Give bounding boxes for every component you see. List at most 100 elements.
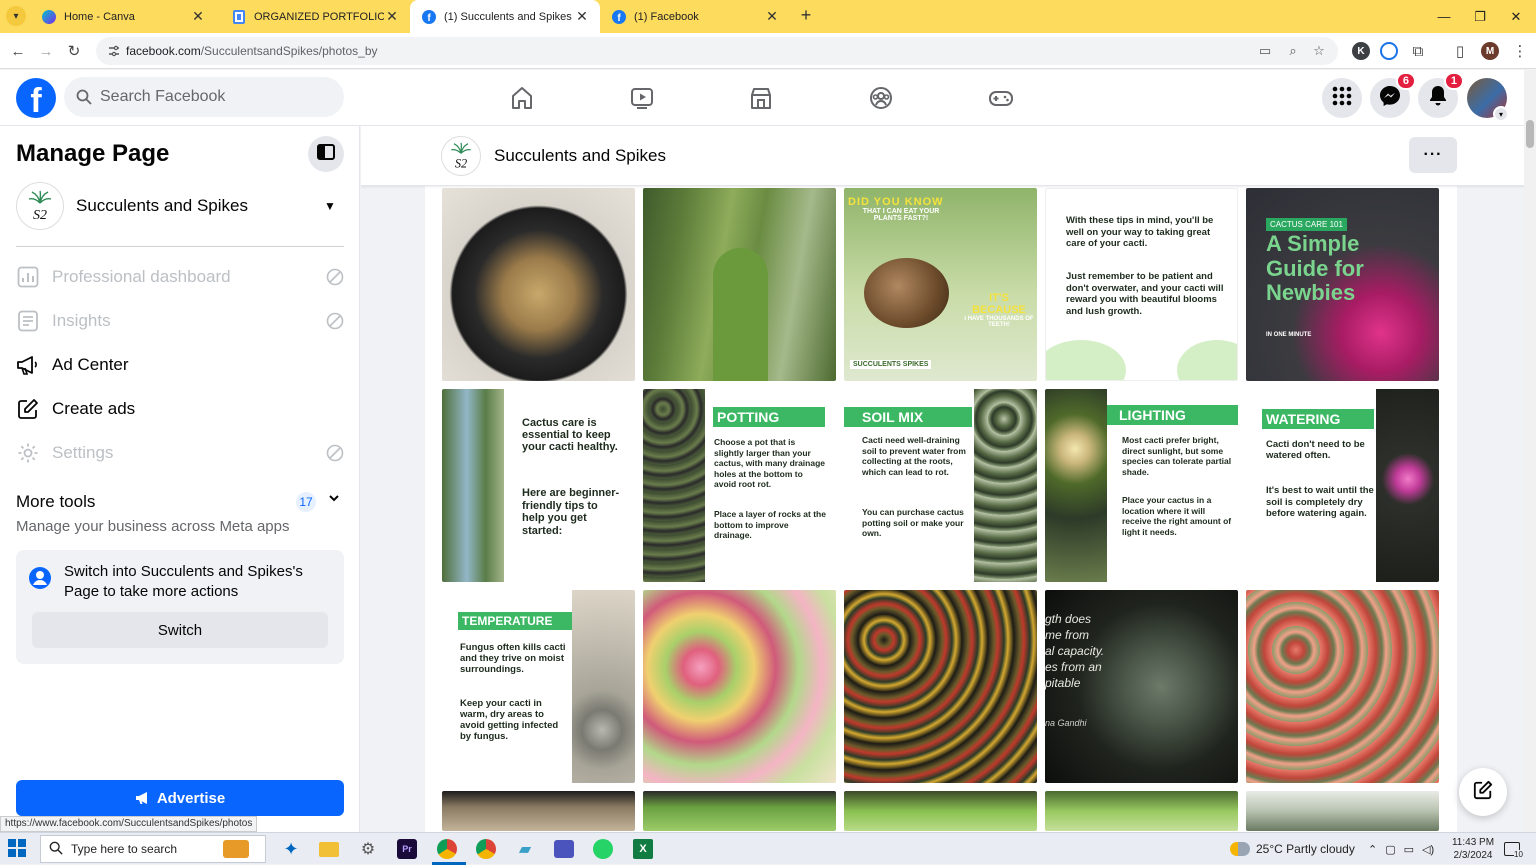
photo-green-cactus[interactable] (643, 188, 836, 381)
chevron-down-icon[interactable] (328, 492, 340, 507)
photo-soil-mix[interactable]: SOIL MIX Cacti need well-draining soil t… (844, 389, 1037, 582)
photo-watering[interactable]: WATERING Cacti don't need to be watered … (1246, 389, 1439, 582)
collapse-sidebar-button[interactable] (308, 136, 344, 172)
extensions-puzzle-icon[interactable]: ⧉ (1406, 39, 1430, 63)
sidebar-item-insights[interactable]: Insights (16, 299, 344, 343)
page-scrollbar[interactable] (1524, 70, 1536, 832)
weather-widget[interactable]: 25°C Partly cloudy (1230, 833, 1355, 865)
scrollbar-thumb[interactable] (1526, 120, 1534, 148)
site-info-icon[interactable] (106, 43, 122, 59)
premiere-app-icon[interactable]: Pr (394, 837, 420, 861)
search-input[interactable] (100, 88, 320, 106)
gaming-icon[interactable] (985, 82, 1017, 114)
photo-row4-1[interactable] (442, 791, 635, 831)
watch-icon[interactable] (626, 82, 658, 114)
window-close-icon[interactable]: ✕ (1498, 0, 1534, 33)
cast-icon[interactable]: ▭ (1256, 42, 1274, 60)
bookmark-star-icon[interactable]: ☆ (1310, 42, 1328, 60)
messenger-button[interactable]: 6 (1370, 72, 1416, 118)
photo-row4-5[interactable] (1246, 791, 1439, 831)
photo-did-you-know[interactable]: DID YOU KNOW THAT I CAN EAT YOUR PLANTS … (844, 188, 1037, 381)
new-message-button[interactable] (1459, 768, 1507, 816)
side-panel-icon[interactable]: ▯ (1448, 39, 1472, 63)
more-tools-section[interactable]: More tools Manage your business across M… (16, 492, 344, 535)
photo-colorful-succulents[interactable] (643, 590, 836, 783)
page-switcher[interactable]: S2 Succulents and Spikes ▼ (16, 182, 344, 230)
advertise-button[interactable]: Advertise (16, 780, 344, 816)
profile-icon[interactable]: M (1481, 42, 1499, 60)
overlay-text: THAT I CAN EAT YOUR PLANTS FAST?! (862, 208, 940, 222)
volume-icon[interactable]: ◁) (1422, 843, 1434, 856)
zoom-icon[interactable]: ⌕ (1284, 42, 1302, 60)
address-bar[interactable]: facebook.com/SucculentsandSpikes/photos_… (96, 37, 1338, 65)
sidebar-item-ad-center[interactable]: Ad Center (16, 343, 344, 387)
photo-haworthia-quote[interactable]: gth does me from al capacity. es from an… (1045, 590, 1238, 783)
facebook-logo-icon[interactable]: f (16, 78, 56, 118)
photo-red-cacti[interactable] (1246, 590, 1439, 783)
chrome-profile-app-icon[interactable] (434, 837, 460, 861)
clock[interactable]: 11:43 PM 2/3/2024 (1448, 833, 1498, 865)
chrome-app-icon[interactable] (473, 837, 499, 861)
page-header-name[interactable]: Succulents and Spikes (494, 146, 666, 166)
sidebar-item-settings[interactable]: Settings (16, 431, 344, 475)
excel-app-icon[interactable]: X (630, 837, 656, 861)
photo-simple-guide[interactable]: CACTUS CARE 101 A Simple Guide for Newbi… (1246, 188, 1439, 381)
network-icon[interactable]: ▭ (1404, 843, 1414, 856)
photo-row4-3[interactable] (844, 791, 1037, 831)
notepad-app-icon[interactable]: ▰ (512, 837, 538, 861)
more-options-button[interactable]: ··· (1409, 137, 1457, 173)
file-explorer-icon[interactable] (316, 837, 342, 861)
photo-cactus-care-essential[interactable]: Cactus care is essential to keep your ca… (442, 389, 635, 582)
windows-start-icon[interactable] (8, 839, 28, 859)
restore-icon[interactable]: ❐ (1462, 0, 1498, 33)
camera-tray-icon[interactable]: ▢ (1385, 843, 1395, 856)
tab-succulents[interactable]: f (1) Succulents and Spikes | Face ✕ (410, 0, 600, 33)
taskbar-search[interactable]: Type here to search (40, 835, 266, 863)
extension-k-icon[interactable]: K (1352, 42, 1370, 60)
sidebar-item-create-ads[interactable]: Create ads (16, 387, 344, 431)
chevron-up-icon[interactable]: ⌃ (1368, 843, 1377, 856)
teams-app-icon[interactable] (551, 837, 577, 861)
photo-grafted-cacti[interactable] (844, 590, 1037, 783)
new-tab-icon[interactable]: + (796, 6, 816, 26)
extension-screen-icon[interactable] (1380, 42, 1398, 60)
tab-search-icon[interactable]: ▾ (6, 6, 26, 26)
close-icon[interactable]: ✕ (574, 8, 590, 25)
sidebar-item-professional-dashboard[interactable]: Professional dashboard (16, 255, 344, 299)
menu-grid-button[interactable] (1322, 78, 1362, 118)
close-icon[interactable]: ✕ (384, 8, 400, 25)
tab-canva[interactable]: Home - Canva ✕ (30, 0, 216, 33)
photo-temperature[interactable]: TEMPERATURE Fungus often kills cacti and… (442, 590, 635, 783)
page-name: Succulents and Spikes (76, 196, 248, 215)
back-icon[interactable]: ← (6, 39, 30, 63)
photo-tips-in-mind[interactable]: With these tips in mind, you'll be well … (1045, 188, 1238, 381)
groups-icon[interactable] (865, 82, 897, 114)
photo-cactus-pot[interactable] (442, 188, 635, 381)
succulents-logo-icon[interactable]: S2 (441, 136, 481, 176)
notification-center[interactable]: 10 (1504, 833, 1529, 865)
chrome-menu-icon[interactable]: ⋮ (1508, 39, 1532, 63)
chevron-down-icon[interactable]: ▾ (1493, 106, 1509, 122)
photo-potting[interactable]: POTTING Choose a pot that is slightly la… (643, 389, 836, 582)
tray-icons[interactable]: ⌃ ▢ ▭ ◁) (1368, 833, 1434, 865)
marketplace-icon[interactable] (745, 82, 777, 114)
caret-down-icon[interactable]: ▼ (324, 199, 344, 213)
minimize-icon[interactable]: — (1426, 0, 1462, 33)
reload-icon[interactable]: ↻ (62, 39, 86, 63)
home-icon[interactable] (506, 82, 538, 114)
close-icon[interactable]: ✕ (190, 8, 206, 25)
settings-app-icon[interactable]: ⚙ (355, 837, 381, 861)
photo-lighting[interactable]: LIGHTING Most cacti prefer bright, direc… (1045, 389, 1238, 582)
tab-portfolio[interactable]: ORGANIZED PORTFOLIO - Web ✕ (220, 0, 410, 33)
notifications-button[interactable]: 1 (1418, 72, 1464, 118)
facebook-search[interactable] (64, 77, 344, 117)
blocked-icon (326, 444, 344, 462)
copilot-app-icon[interactable]: ✦ (278, 837, 304, 861)
photo-row4-4[interactable] (1045, 791, 1238, 831)
photo-row4-2[interactable] (643, 791, 836, 831)
whatsapp-app-icon[interactable] (590, 837, 616, 861)
close-icon[interactable]: ✕ (764, 8, 780, 25)
switch-button[interactable]: Switch (32, 612, 328, 648)
forward-icon[interactable]: → (34, 39, 58, 63)
tab-facebook[interactable]: f (1) Facebook ✕ (600, 0, 790, 33)
